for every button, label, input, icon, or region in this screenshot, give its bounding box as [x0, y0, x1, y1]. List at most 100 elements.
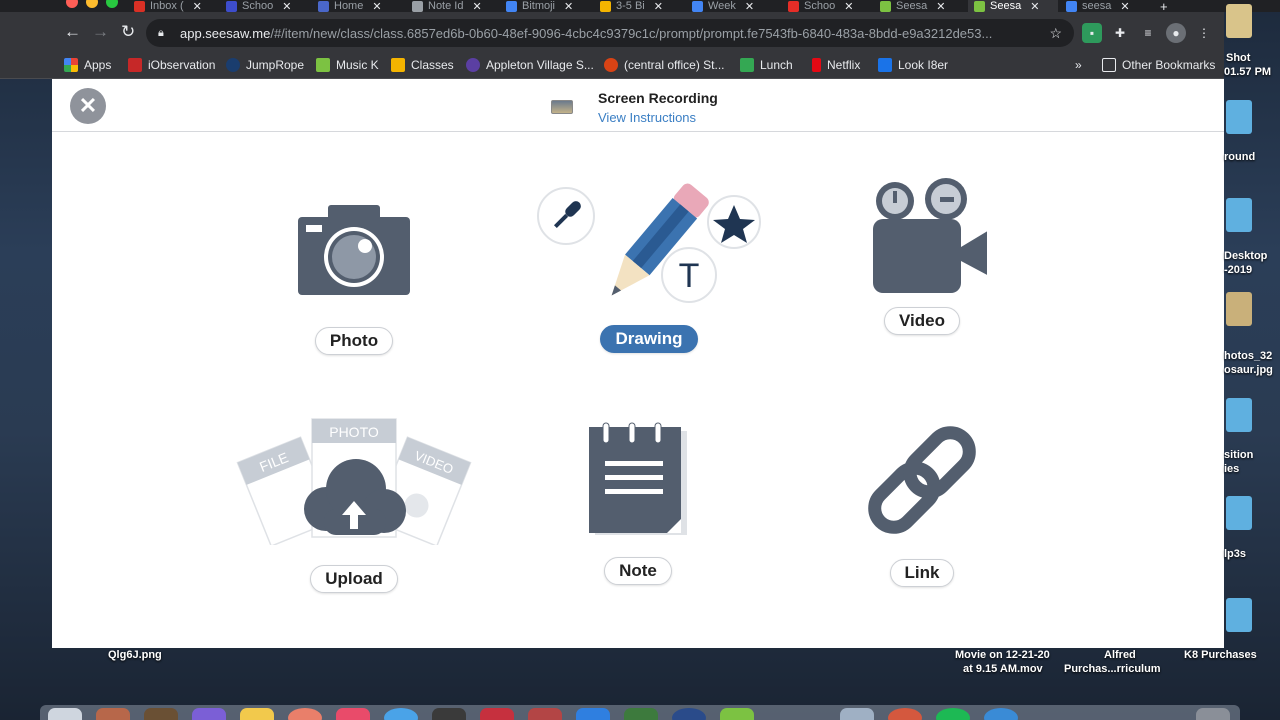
bookmark-iobservation[interactable]: iObservation [128, 58, 215, 72]
bookmark-jumprope[interactable]: JumpRope [226, 58, 304, 72]
bookmark-star-icon[interactable]: ☆ [1049, 25, 1062, 42]
dock-app-icon[interactable] [480, 708, 514, 720]
bookmark-favicon [316, 58, 330, 72]
drawing-option[interactable]: T Drawing [534, 179, 764, 353]
bookmark-apps[interactable]: Apps [64, 58, 111, 72]
finder-dock-icon[interactable] [48, 708, 82, 720]
close-button[interactable]: ✕ [70, 88, 106, 124]
bookmark-look-i8er[interactable]: Look I8er [878, 58, 948, 72]
tab-seesaw-search[interactable]: seesa ✕ [1066, 0, 1142, 12]
dock-app-icon[interactable] [96, 708, 130, 720]
forward-arrow-icon[interactable]: → [92, 22, 109, 42]
dock-app-icon[interactable] [144, 708, 178, 720]
dock-app-icon[interactable] [840, 708, 874, 720]
tab-school-2[interactable]: Schoo ✕ [788, 0, 866, 12]
tab-favicon [506, 0, 517, 12]
folder-icon[interactable] [1226, 598, 1252, 632]
media-queue-icon[interactable]: ≡ [1138, 23, 1158, 43]
tab-seesaw-1[interactable]: Seesa ✕ [880, 0, 958, 12]
tab-close-icon[interactable]: ✕ [844, 0, 853, 13]
tab-close-icon[interactable]: ✕ [472, 0, 481, 13]
profile-avatar[interactable]: ● [1166, 23, 1186, 43]
page-title: Screen Recording [598, 90, 718, 106]
tab-close-icon[interactable]: ✕ [654, 0, 663, 13]
dock-app-icon[interactable] [528, 708, 562, 720]
desktop-file-k8-purchases[interactable]: K8 Purchases [1184, 649, 1257, 662]
tab-favicon [974, 0, 985, 12]
view-instructions-link[interactable]: View Instructions [598, 110, 696, 125]
video-button[interactable]: Video [884, 307, 960, 335]
bookmark-classes[interactable]: Classes [391, 58, 454, 72]
tab-week[interactable]: Week ✕ [692, 0, 772, 12]
tab-bitmoji[interactable]: Bitmoji ✕ [506, 0, 586, 12]
tab-close-icon[interactable]: ✕ [564, 0, 573, 13]
tab-favicon [134, 0, 145, 12]
tab-seesaw-active[interactable]: Seesa ✕ [968, 0, 1058, 12]
photo-button[interactable]: Photo [314, 327, 394, 355]
dock-app-icon[interactable] [336, 708, 370, 720]
dock-app-icon[interactable] [192, 708, 226, 720]
tab-favicon [1066, 0, 1077, 12]
bookmark-netflix[interactable]: Netflix [812, 58, 860, 72]
dock-app-icon[interactable] [576, 708, 610, 720]
tab-close-icon[interactable]: ✕ [936, 0, 945, 13]
drawing-button[interactable]: Drawing [600, 325, 698, 353]
tab-close-icon[interactable]: ✕ [745, 0, 754, 13]
desktop-file-qlg6j[interactable]: Qlg6J.png [108, 649, 162, 662]
desktop-file-movie-line1[interactable]: Movie on 12-21-20 [955, 649, 1050, 662]
image-file-icon[interactable] [1226, 292, 1252, 326]
dock-app-icon[interactable] [720, 708, 754, 720]
folder-icon[interactable] [1226, 198, 1252, 232]
close-icon: ✕ [78, 93, 98, 118]
tab-favicon [318, 0, 329, 12]
back-arrow-icon[interactable]: ← [64, 22, 81, 42]
url-text[interactable]: app.seesaw.me/#/item/new/class/class.685… [180, 26, 992, 41]
bookmark-appleton-village[interactable]: Appleton Village S... [466, 58, 594, 72]
desktop-file-icon[interactable] [1226, 4, 1252, 38]
bookmark-favicon [740, 58, 754, 72]
bookmark-central-office[interactable]: (central office) St... [604, 58, 724, 72]
extension-icon-green[interactable]: ▪ [1082, 23, 1102, 43]
dock-app-icon[interactable] [624, 708, 658, 720]
bookmark-other[interactable]: Other Bookmarks [1102, 58, 1215, 72]
desktop-label: ies [1224, 463, 1240, 475]
tab-home[interactable]: Home ✕ [318, 0, 396, 12]
tab-close-icon[interactable]: ✕ [282, 0, 291, 13]
tab-note-id[interactable]: Note Id ✕ [412, 0, 492, 12]
bookmark-favicon [878, 58, 892, 72]
puzzle-extensions-icon[interactable]: ✚ [1110, 23, 1130, 43]
video-option[interactable]: Video [822, 177, 1022, 335]
minimize-window-dot[interactable] [86, 0, 98, 8]
folder-icon[interactable] [1226, 100, 1252, 134]
new-tab-plus-icon[interactable]: + [1160, 0, 1174, 12]
menu-kebab-icon[interactable]: ⋮ [1194, 23, 1214, 43]
upload-cloud-icon: FILE VIDEO PHOTO [236, 418, 472, 545]
upload-option[interactable]: FILE VIDEO PHOTO Upload [234, 417, 474, 593]
photo-option[interactable]: Photo [254, 199, 454, 355]
link-option[interactable]: Link [822, 417, 1022, 587]
folder-icon[interactable] [1226, 496, 1252, 530]
upload-button[interactable]: Upload [310, 565, 398, 593]
folder-icon[interactable] [1226, 398, 1252, 432]
trash-dock-icon[interactable] [1196, 708, 1230, 720]
bookmark-music-k[interactable]: Music K [316, 58, 379, 72]
link-button[interactable]: Link [889, 559, 955, 587]
zoom-window-dot[interactable] [106, 0, 118, 8]
dock-app-icon[interactable] [432, 708, 466, 720]
tab-inbox[interactable]: Inbox (✕ [134, 0, 210, 12]
tab-close-icon[interactable]: ✕ [1120, 0, 1129, 13]
tab-3-5-bi[interactable]: 3-5 Bi ✕ [600, 0, 676, 12]
tab-close-icon[interactable]: ✕ [193, 0, 202, 13]
address-bar[interactable]: 🔒︎ app.seesaw.me/#/item/new/class/class.… [146, 19, 1074, 47]
tab-close-icon[interactable]: ✕ [372, 0, 381, 13]
note-option[interactable]: Note [538, 421, 738, 585]
close-window-dot[interactable] [66, 0, 78, 8]
note-button[interactable]: Note [604, 557, 672, 585]
bookmarks-overflow-button[interactable]: » [1075, 58, 1082, 72]
tab-school-1[interactable]: Schoo ✕ [226, 0, 302, 12]
reload-icon[interactable]: ↻ [121, 22, 135, 42]
dock-app-icon[interactable] [240, 708, 274, 720]
tab-close-icon[interactable]: ✕ [1030, 0, 1039, 13]
bookmark-lunch[interactable]: Lunch [740, 58, 793, 72]
desktop-file-alfred-line1[interactable]: Alfred [1104, 649, 1136, 662]
